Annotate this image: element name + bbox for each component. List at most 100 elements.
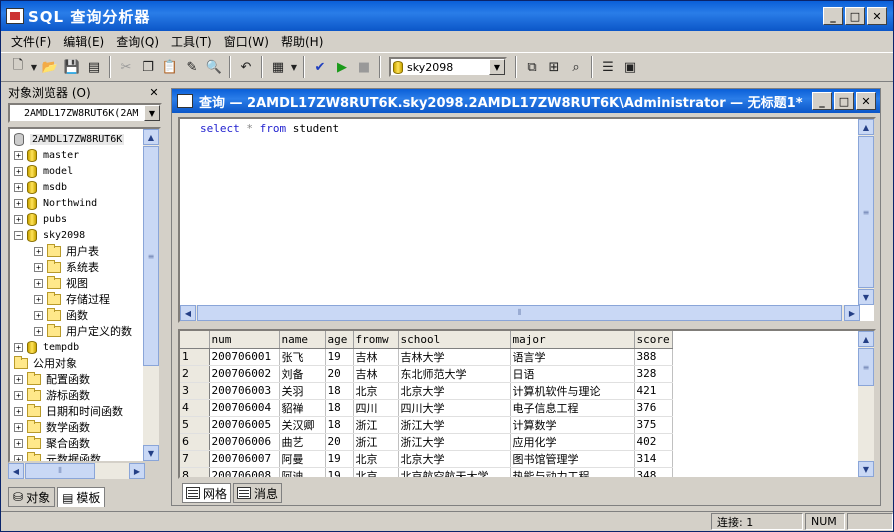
tree-item-views[interactable]: + 视图 <box>34 275 88 291</box>
menu-help[interactable]: 帮助(H) <box>275 33 329 50</box>
tree-item-functions[interactable]: + 函数 <box>34 307 88 323</box>
expand-icon[interactable]: + <box>34 278 43 288</box>
tab-objects[interactable]: ⛁ 对象 <box>8 487 56 507</box>
table-row[interactable]: 2 200706002 刘备 20 吉林 东北师范大学 日语 328 <box>180 365 673 383</box>
column-header[interactable]: name <box>279 331 326 349</box>
tree-item-tempdb[interactable]: + tempdb <box>14 339 79 355</box>
expand-icon[interactable]: + <box>14 422 23 432</box>
table-row[interactable]: 5 200706005 关汉卿 18 浙江 浙江大学 计算数学 375 <box>180 416 673 434</box>
tree-item-public-objects[interactable]: 公用对象 <box>14 355 77 371</box>
tree-item-user-defined-types[interactable]: + 用户定义的数 <box>34 323 132 339</box>
new-query-icon[interactable]: 🗋 <box>7 56 29 78</box>
tree-item-pubs[interactable]: + pubs <box>14 211 67 227</box>
scroll-down-icon[interactable]: ▼ <box>858 289 874 305</box>
collapse-icon[interactable]: − <box>14 230 23 240</box>
tree-item-metadata-functions[interactable]: + 元数据函数 <box>14 451 101 461</box>
open-icon[interactable]: 📂 <box>39 56 61 78</box>
database-selector[interactable]: sky2098 ▼ <box>389 57 507 77</box>
expand-icon[interactable]: + <box>14 374 23 384</box>
tree-item-config-functions[interactable]: + 配置函数 <box>14 371 90 387</box>
results-vertical-scrollbar[interactable]: ▲ ≡ ▼ <box>858 331 874 477</box>
row-number-cell[interactable]: 7 <box>180 450 210 468</box>
tree-item-stored-procedures[interactable]: + 存储过程 <box>34 291 110 307</box>
properties-icon[interactable]: ☰ <box>597 56 619 78</box>
row-number-cell[interactable]: 4 <box>180 399 210 417</box>
maximize-button[interactable]: □ <box>845 7 865 25</box>
minimize-button[interactable]: _ <box>823 7 843 25</box>
chevron-down-icon[interactable]: ▼ <box>144 105 160 121</box>
column-header[interactable]: age <box>325 331 354 349</box>
column-header[interactable]: major <box>510 331 635 349</box>
tree-item-server[interactable]: 2AMDL17ZW8RUT6K <box>14 131 125 147</box>
tree-item-user-tables[interactable]: + 用户表 <box>34 243 99 259</box>
tab-messages[interactable]: 消息 <box>233 483 283 503</box>
maximize-button[interactable]: □ <box>834 92 854 110</box>
row-number-cell[interactable]: 8 <box>180 467 210 477</box>
expand-icon[interactable]: + <box>14 390 23 400</box>
menu-tools[interactable]: 工具(T) <box>165 33 218 50</box>
scroll-right-icon[interactable]: ▶ <box>844 305 860 321</box>
tree-item-master[interactable]: + master <box>14 147 79 163</box>
row-number-cell[interactable]: 5 <box>180 416 210 434</box>
row-number-cell[interactable]: 6 <box>180 433 210 451</box>
scroll-left-icon[interactable]: ◀ <box>8 463 24 479</box>
expand-icon[interactable]: + <box>14 198 23 208</box>
expand-icon[interactable]: + <box>34 262 43 272</box>
column-header[interactable]: school <box>398 331 511 349</box>
show-results-pane-icon[interactable]: ▣ <box>619 56 641 78</box>
scroll-up-icon[interactable]: ▲ <box>858 331 874 347</box>
object-browser-icon[interactable]: ⊞ <box>543 56 565 78</box>
table-row[interactable]: 1 200706001 张飞 19 吉林 吉林大学 语言学 388 <box>180 348 673 366</box>
editor-horizontal-scrollbar[interactable]: ◀ ⦀ ▶ <box>180 305 860 321</box>
expand-icon[interactable]: + <box>34 310 43 320</box>
expand-icon[interactable]: + <box>34 326 43 336</box>
column-header[interactable]: num <box>209 331 280 349</box>
scroll-up-icon[interactable]: ▲ <box>858 119 874 135</box>
expand-icon[interactable]: + <box>14 150 23 160</box>
dropdown-arrow-icon[interactable]: ▼ <box>29 56 39 78</box>
expand-icon[interactable]: + <box>14 182 23 192</box>
table-row[interactable]: 6 200706006 曲艺 20 浙江 浙江大学 应用化学 402 <box>180 433 673 451</box>
results-grid-icon[interactable]: ▦ <box>267 56 289 78</box>
scroll-thumb[interactable]: ⦀ <box>25 463 95 479</box>
scroll-thumb[interactable]: ≡ <box>143 146 159 366</box>
column-header[interactable]: fromw <box>353 331 399 349</box>
scroll-right-icon[interactable]: ▶ <box>129 463 145 479</box>
row-number-cell[interactable]: 2 <box>180 365 210 383</box>
expand-icon[interactable]: + <box>14 214 23 224</box>
editor-vertical-scrollbar[interactable]: ▲ ≡ ▼ <box>858 119 874 305</box>
dropdown-arrow-icon[interactable]: ▼ <box>289 56 299 78</box>
execution-plan-icon[interactable]: ⧉ <box>521 56 543 78</box>
expand-icon[interactable]: + <box>14 406 23 416</box>
scroll-up-icon[interactable]: ▲ <box>143 129 159 145</box>
row-number-cell[interactable]: 1 <box>180 348 210 366</box>
expand-icon[interactable]: + <box>14 166 23 176</box>
tab-templates[interactable]: ▤ 模板 <box>57 487 106 507</box>
row-number-cell[interactable]: 3 <box>180 382 210 400</box>
expand-icon[interactable]: + <box>34 246 43 256</box>
scroll-down-icon[interactable]: ▼ <box>143 445 159 461</box>
menu-file[interactable]: 文件(F) <box>5 33 57 50</box>
expand-icon[interactable]: + <box>34 294 43 304</box>
expand-icon[interactable]: + <box>14 438 23 448</box>
scroll-left-icon[interactable]: ◀ <box>180 305 196 321</box>
tree-item-datetime-functions[interactable]: + 日期和时间函数 <box>14 403 123 419</box>
expand-icon[interactable]: + <box>14 454 23 461</box>
tree-vertical-scrollbar[interactable]: ▲ ≡ ▼ <box>143 129 159 461</box>
tab-grid[interactable]: 网格 <box>182 483 232 503</box>
execute-icon[interactable]: ▶ <box>331 56 353 78</box>
tree-item-northwind[interactable]: + Northwind <box>14 195 97 211</box>
menu-window[interactable]: 窗口(W) <box>218 33 275 50</box>
minimize-button[interactable]: _ <box>812 92 832 110</box>
tree-horizontal-scrollbar[interactable]: ◀ ⦀ ▶ <box>8 463 145 479</box>
table-row[interactable]: 7 200706007 阿曼 19 北京 北京大学 图书馆管理学 314 <box>180 450 673 468</box>
tree-item-model[interactable]: + model <box>14 163 73 179</box>
scroll-thumb[interactable]: ≡ <box>858 348 874 386</box>
scroll-down-icon[interactable]: ▼ <box>858 461 874 477</box>
close-button[interactable]: ✕ <box>867 7 887 25</box>
results-grid[interactable]: num name age fromw school major score 12… <box>178 329 876 479</box>
clear-window-icon[interactable]: ✎ <box>181 56 203 78</box>
tree-item-sky2098[interactable]: − sky2098 <box>14 227 85 243</box>
tree-item-msdb[interactable]: + msdb <box>14 179 67 195</box>
find-icon[interactable]: 🔍 <box>203 56 225 78</box>
